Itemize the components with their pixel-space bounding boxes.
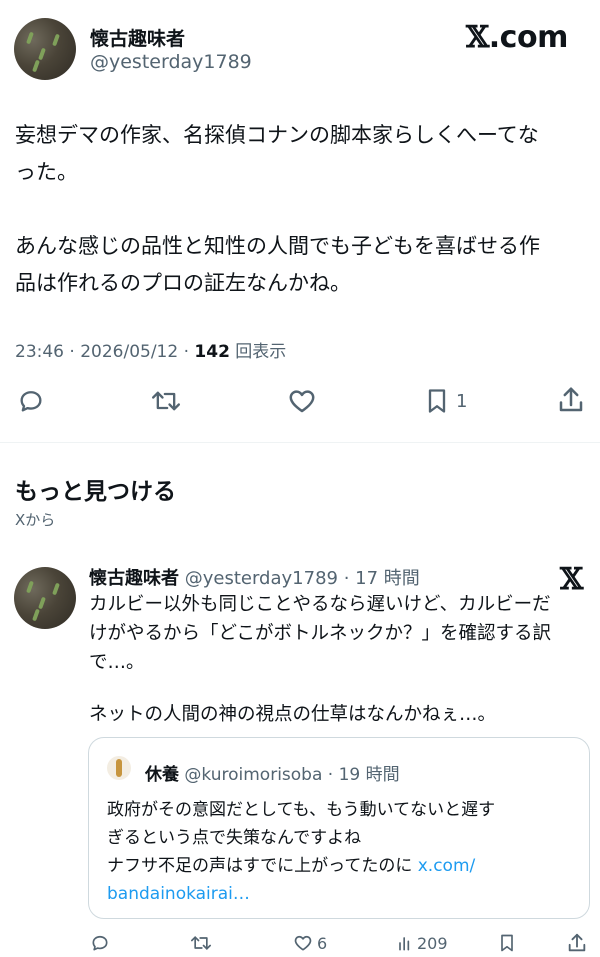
repost-icon (191, 936, 212, 950)
x-logo-icon: 𝕏 (466, 20, 489, 55)
divider (0, 442, 600, 443)
bookmark-count: 1 (456, 390, 468, 412)
related-post-text-line: ネットの人間の神の視点の仕草はなんかねぇ…。 (89, 704, 497, 725)
related-post-text-line: カルビー以外も同じことやるなら遅いけど、カルビーだ (89, 594, 551, 615)
logo-text: .com (488, 20, 569, 55)
reply-icon (92, 935, 108, 951)
avatar[interactable] (14, 18, 76, 80)
share-button[interactable] (566, 932, 588, 954)
related-post-header: 懐古趣味者 @yesterday1789 · 17 時間 (89, 564, 420, 590)
views-count: 209 (417, 933, 448, 953)
related-post-text-line: けがやるから「どこがボトルネックか？」を確認する訳 (89, 623, 551, 644)
quote-link[interactable]: bandainokairai… (107, 880, 577, 908)
bookmark-icon (501, 934, 513, 952)
quote-link[interactable]: x.com/ (418, 856, 476, 876)
quote-author-name: 休養 (145, 765, 179, 785)
like-count: 6 (317, 933, 328, 953)
share-icon (559, 387, 583, 412)
views-label: 回表示 (229, 342, 287, 362)
author-handle[interactable]: @yesterday1789 (90, 51, 252, 73)
share-icon (568, 933, 586, 952)
related-post-text-line: で…。 (89, 652, 145, 673)
like-button[interactable]: 6 (292, 933, 327, 953)
like-button[interactable] (286, 386, 318, 416)
post-text-line: 妄想デマの作家、名探偵コナンの脚本家らしくへーてな (15, 123, 539, 147)
bookmark-button[interactable]: 1 (424, 387, 467, 415)
share-button[interactable] (556, 385, 586, 415)
quote-text-line: ぎるという点で失策なんですよね (107, 828, 362, 848)
reply-button[interactable] (16, 387, 46, 415)
related-author-handle[interactable]: @yesterday1789 · 17 時間 (185, 568, 420, 589)
analytics-icon (399, 937, 410, 951)
repost-button[interactable] (188, 933, 214, 953)
quote-text: ナフサ不足の声はすでに上がってたのに (107, 856, 418, 876)
repost-button[interactable] (148, 387, 184, 415)
repost-icon (152, 391, 180, 411)
post-text-line: った。 (15, 160, 78, 184)
quote-header: 休養 @kuroimorisoba · 19 時間 (145, 760, 400, 785)
post-timestamp[interactable]: 23:46 · 2026/05/12 · (15, 342, 194, 362)
views-button[interactable]: 209 (396, 933, 448, 953)
discover-subtitle: Xから (15, 511, 56, 529)
related-author-name[interactable]: 懐古趣味者 (89, 568, 179, 589)
discover-title: もっと見つける (15, 479, 176, 505)
bookmark-icon (428, 389, 446, 413)
post-meta: 23:46 · 2026/05/12 · 142 回表示 (15, 337, 286, 362)
bookmark-button[interactable] (498, 933, 516, 953)
post-text-line: 品は作れるのプロの証左なんかね。 (15, 271, 351, 295)
avatar (107, 756, 131, 780)
quote-author-handle: @kuroimorisoba · 19 時間 (184, 765, 400, 785)
heart-icon (289, 390, 315, 413)
post-text-line: あんな感じの品性と知性の人間でも子どもを喜ばせる作 (15, 234, 540, 258)
heart-icon (294, 935, 312, 951)
x-com-logo: 𝕏.com (466, 20, 568, 55)
author-name[interactable]: 懐古趣味者 (90, 24, 185, 51)
quote-text-line: ナフサ不足の声はすでに上がってたのに x.com/ (107, 852, 577, 880)
reply-button[interactable] (89, 933, 111, 953)
quote-card[interactable]: 休養 @kuroimorisoba · 19 時間 政府がその意図だとしても、も… (88, 737, 590, 919)
views-count: 142 (194, 342, 230, 362)
reply-icon (20, 391, 42, 412)
avatar[interactable] (14, 567, 76, 629)
quote-text-line: 政府がその意図だとしても、もう動いてないと遅す (107, 800, 496, 820)
